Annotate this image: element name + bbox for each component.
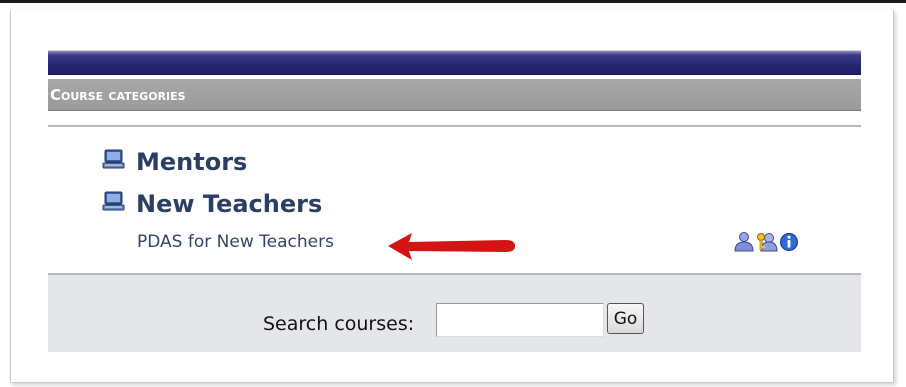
category-link-new-teachers[interactable]: New Teachers <box>136 190 322 218</box>
category-item-new-teachers[interactable]: New Teachers <box>102 190 322 218</box>
category-icon <box>102 148 128 176</box>
block-header-bar <box>48 50 861 75</box>
block-title-text: Course categories <box>50 85 186 104</box>
red-arrow-annotation <box>386 232 518 266</box>
teacher-person-icon[interactable] <box>733 231 755 257</box>
divider <box>48 125 861 127</box>
course-link-pdas[interactable]: PDAS for New Teachers <box>137 232 334 252</box>
go-button[interactable]: Go <box>607 303 644 334</box>
window-top-border <box>0 0 906 3</box>
category-link-mentors[interactable]: Mentors <box>136 148 247 176</box>
course-categories-block: Course categories <box>48 50 861 127</box>
category-icon <box>102 190 128 218</box>
info-icon[interactable] <box>779 231 799 257</box>
course-info-icons <box>733 231 799 257</box>
block-title: Course categories <box>48 79 861 111</box>
guest-access-key-icon[interactable] <box>756 231 778 257</box>
category-item-mentors[interactable]: Mentors <box>102 148 247 176</box>
search-courses-input[interactable] <box>436 303 604 337</box>
search-courses-label: Search courses: <box>263 313 415 335</box>
